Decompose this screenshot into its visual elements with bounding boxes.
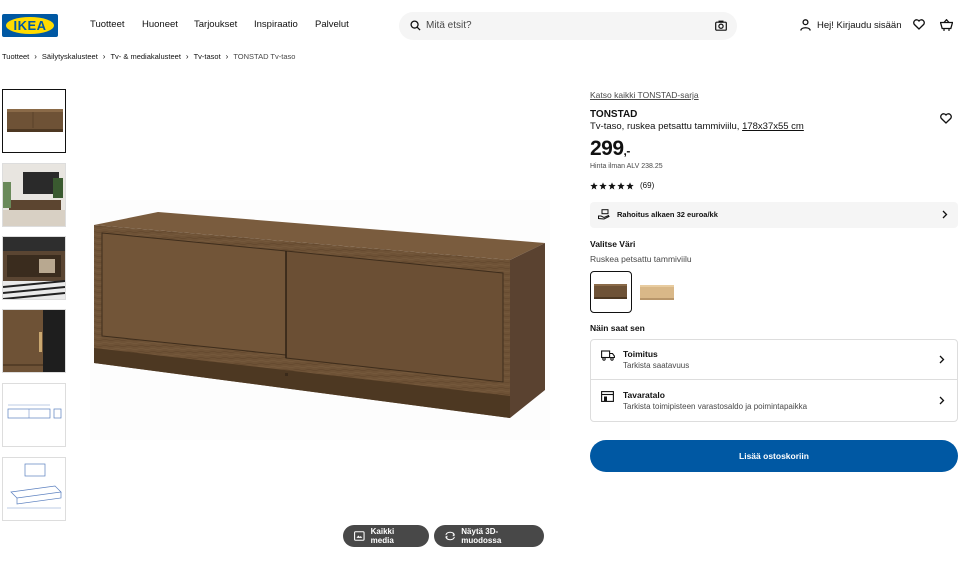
ikea-logo[interactable]: IKEA bbox=[2, 14, 58, 37]
delivery-options: Toimitus Tarkista saatavuus Tavaratalo T… bbox=[590, 339, 958, 422]
gallery-icon bbox=[354, 531, 365, 541]
series-link[interactable]: Katso kaikki TONSTAD-sarja bbox=[590, 90, 699, 100]
all-media-button[interactable]: Kaikki media bbox=[343, 525, 429, 547]
rotate-3d-icon bbox=[445, 531, 456, 541]
search-input[interactable]: Mitä etsit? bbox=[399, 12, 737, 40]
price-excl-vat: Hinta ilman ALV 238.25 bbox=[590, 163, 663, 170]
breadcrumb-chevron-icon: › bbox=[185, 52, 189, 61]
star-icon bbox=[599, 181, 607, 189]
media-buttons: Kaikki media Näytä 3D-muodossa bbox=[343, 525, 544, 547]
favourites-icon[interactable] bbox=[913, 19, 925, 30]
color-value: Ruskea petsattu tammiviilu bbox=[590, 254, 692, 264]
cart-icon[interactable] bbox=[940, 19, 953, 31]
delivery-title: Toimitus bbox=[623, 349, 658, 359]
search-placeholder: Mitä etsit? bbox=[426, 20, 472, 31]
nav-item-rooms[interactable]: Huoneet bbox=[142, 19, 194, 30]
thumbnail-room[interactable] bbox=[2, 163, 66, 227]
view-3d-button[interactable]: Näytä 3D-muodossa bbox=[434, 525, 544, 547]
star-icon bbox=[590, 181, 598, 189]
add-to-favourites-icon[interactable] bbox=[940, 113, 952, 124]
site-header: IKEA Tuotteet Huoneet Tarjoukset Inspira… bbox=[0, 0, 960, 50]
breadcrumb-chevron-icon: › bbox=[34, 52, 37, 61]
breadcrumb-item[interactable]: Tv- & mediakalusteet bbox=[110, 52, 180, 61]
account-label: Hej! Kirjaudu sisään bbox=[817, 19, 902, 31]
rating-stars bbox=[590, 181, 634, 190]
financing-banner[interactable]: Rahoitus alkaen 32 euroa/kk bbox=[590, 202, 958, 228]
view-3d-label: Näytä 3D-muodossa bbox=[461, 527, 502, 545]
store-subtitle: Tarkista toimipisteen varastosaldo ja po… bbox=[623, 402, 808, 411]
thumbnail-product[interactable] bbox=[2, 89, 66, 153]
search-icon bbox=[410, 20, 421, 31]
color-swatch-oak[interactable] bbox=[636, 271, 678, 313]
product-name: TONSTAD bbox=[590, 109, 638, 120]
thumbnail-detail-open[interactable] bbox=[2, 236, 66, 300]
breadcrumb-item[interactable]: Tv-tasot bbox=[194, 52, 221, 61]
all-media-label: Kaikki media bbox=[370, 527, 395, 545]
truck-icon bbox=[601, 350, 615, 361]
thumbnail-assembly[interactable] bbox=[2, 457, 66, 521]
review-count: (69) bbox=[640, 181, 655, 190]
product-main-image[interactable] bbox=[90, 200, 550, 440]
nav-item-offers[interactable]: Tarjoukset bbox=[194, 19, 254, 30]
star-icon bbox=[608, 181, 616, 189]
account-link[interactable]: Hej! Kirjaudu sisään bbox=[800, 19, 902, 31]
breadcrumb-item[interactable]: Säilytyskalusteet bbox=[42, 52, 98, 61]
delivery-option[interactable]: Toimitus Tarkista saatavuus bbox=[591, 340, 957, 380]
chevron-right-icon bbox=[942, 210, 948, 219]
camera-icon[interactable] bbox=[715, 20, 727, 31]
nav-item-services[interactable]: Palvelut bbox=[315, 19, 349, 30]
thumbnail-close-up[interactable] bbox=[2, 309, 66, 373]
main-nav: Tuotteet Huoneet Tarjoukset Inspiraatio … bbox=[90, 19, 349, 30]
user-icon bbox=[800, 19, 811, 31]
product-rating[interactable]: (69) bbox=[590, 181, 654, 190]
hand-money-icon bbox=[598, 209, 610, 220]
financing-text: Rahoitus alkaen 32 euroa/kk bbox=[617, 210, 718, 219]
breadcrumb-current: TONSTAD Tv-taso bbox=[233, 52, 296, 61]
star-icon bbox=[617, 181, 625, 189]
product-description: Tv-taso, ruskea petsattu tammiviilu, 178… bbox=[590, 121, 804, 132]
nav-item-inspiration[interactable]: Inspiraatio bbox=[254, 19, 315, 30]
dimensions-link[interactable]: 178x37x55 cm bbox=[742, 121, 804, 132]
star-icon bbox=[626, 181, 634, 189]
add-to-cart-button[interactable]: Lisää ostoskoriin bbox=[590, 440, 958, 472]
nav-item-products[interactable]: Tuotteet bbox=[90, 19, 142, 30]
delivery-options-title: Näin saat sen bbox=[590, 323, 645, 333]
thumbnail-dimensions[interactable] bbox=[2, 383, 66, 447]
store-icon bbox=[601, 391, 614, 402]
breadcrumb: Tuotteet › Säilytyskalusteet › Tv- & media… bbox=[2, 52, 295, 61]
product-price: 299,- bbox=[590, 137, 630, 160]
chevron-right-icon bbox=[939, 355, 945, 364]
color-swatch-brown[interactable] bbox=[590, 271, 632, 313]
store-title: Tavaratalo bbox=[623, 390, 665, 400]
chevron-right-icon bbox=[939, 396, 945, 405]
delivery-subtitle: Tarkista saatavuus bbox=[623, 361, 690, 370]
store-option[interactable]: Tavaratalo Tarkista toimipisteen varasto… bbox=[591, 381, 957, 421]
breadcrumb-item[interactable]: Tuotteet bbox=[2, 52, 29, 61]
color-title: Valitse Väri bbox=[590, 239, 636, 249]
breadcrumb-chevron-icon: › bbox=[102, 52, 106, 61]
breadcrumb-chevron-icon: › bbox=[225, 52, 229, 61]
